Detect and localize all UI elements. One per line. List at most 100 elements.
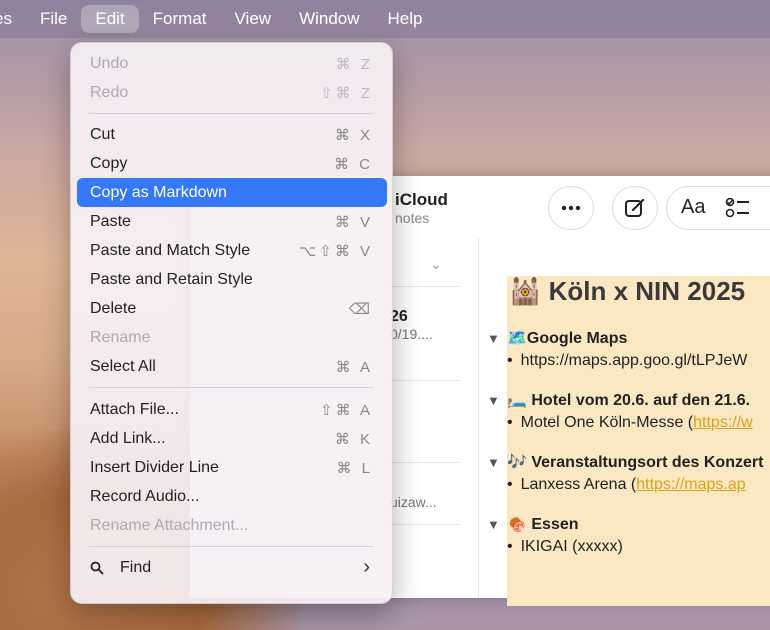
menubar-app-name[interactable]: es: [0, 5, 26, 33]
menu-item-insert-divider-line[interactable]: Insert Divider Line ⌘ L: [77, 453, 387, 482]
note-section: ▼🗺️Google Maps https://maps.app.goo.gl/t…: [487, 328, 747, 370]
delete-key-icon: ⌫: [348, 300, 373, 318]
menu-item-shortcut: ⇧⌘ Z: [320, 84, 373, 102]
menu-separator: [89, 387, 373, 388]
menu-item-cut[interactable]: Cut ⌘ X: [77, 120, 387, 149]
list-divider: [390, 462, 460, 463]
folder-subtitle: notes: [395, 210, 430, 226]
menu-item-label: Attach File...: [90, 400, 179, 418]
menu-item-shortcut: ⌘ X: [334, 126, 373, 144]
menubar-file[interactable]: File: [26, 5, 81, 33]
list-item-subtitle: 0/19....: [390, 326, 433, 342]
menu-item-shortcut: ⌘ Z: [335, 55, 373, 73]
menu-item-shortcut: ⌥⇧⌘ V: [298, 242, 373, 260]
note-editor[interactable]: 🕍 Köln x NIN 2025 ▼🗺️Google Maps https:/…: [479, 238, 770, 606]
compose-button[interactable]: [612, 186, 658, 230]
menu-item-label: Paste: [90, 212, 131, 230]
link[interactable]: https://w: [693, 414, 753, 431]
list-item: Motel One Köln-Messe (https://w: [521, 414, 753, 432]
bullet-text: https://maps.app.goo.gl/tLPJeW: [520, 352, 748, 369]
edit-menu: Undo ⌘ Z Redo ⇧⌘ Z Cut ⌘ X Copy ⌘ C Copy as …: [70, 42, 393, 604]
menu-item-label: Find: [120, 558, 152, 576]
menu-item-shortcut: ⌘ A: [335, 358, 373, 376]
section-heading: 🗺️Google Maps: [507, 330, 628, 347]
link[interactable]: https://maps.ap: [636, 476, 745, 493]
menu-item-shortcut: ⇧⌘ A: [320, 401, 373, 419]
menu-item-shortcut: ⌘ C: [334, 155, 373, 173]
search-icon: [90, 561, 104, 574]
menu-item-attach-file[interactable]: Attach File... ⇧⌘ A: [77, 395, 387, 424]
list-item: IKIGAI (xxxxx): [521, 538, 623, 556]
list-divider: [390, 524, 460, 525]
menu-item-find-content: Find: [90, 559, 151, 577]
section-heading: 🎶 Veranstaltungsort des Konzert: [507, 454, 764, 471]
menu-item-shortcut: ⌘ K: [334, 430, 373, 448]
menubar-view[interactable]: View: [221, 5, 286, 33]
list-divider: [390, 380, 460, 381]
ellipsis-icon: [561, 205, 581, 211]
list-item[interactable]: uizaw...: [390, 494, 460, 510]
list-divider: [390, 286, 460, 287]
menu-item-undo[interactable]: Undo ⌘ Z: [77, 49, 387, 78]
menu-item-add-link[interactable]: Add Link... ⌘ K: [77, 424, 387, 453]
menu-item-rename[interactable]: Rename: [77, 323, 387, 352]
list-item[interactable]: 26 0/19....: [390, 308, 460, 342]
format-button[interactable]: Aa: [681, 196, 705, 219]
section-heading: 🛏️ Hotel vom 20.6. auf den 21.6.: [507, 392, 751, 409]
menu-item-label: Redo: [90, 83, 129, 101]
menubar-format[interactable]: Format: [139, 5, 221, 33]
note-section: ▼🍖 Essen IKIGAI (xxxxx): [487, 514, 623, 556]
bullet-text: Lanxess Arena (: [520, 476, 637, 493]
bullet-text: Motel One Köln-Messe (: [520, 414, 694, 431]
menu-item-label: Select All: [90, 357, 156, 375]
menu-item-copy-as-markdown[interactable]: Copy as Markdown: [77, 178, 387, 207]
chevron-down-icon[interactable]: ▼: [487, 517, 507, 532]
menu-item-paste-and-match-style[interactable]: Paste and Match Style ⌥⇧⌘ V: [77, 236, 387, 265]
menu-item-label: Delete: [90, 299, 137, 317]
menu-item-label: Add Link...: [90, 429, 166, 447]
chevron-down-icon[interactable]: ▼: [487, 393, 507, 408]
menu-item-redo[interactable]: Redo ⇧⌘ Z: [77, 78, 387, 107]
compose-icon: [625, 198, 645, 217]
menu-item-label: Record Audio...: [90, 487, 200, 505]
menu-item-select-all[interactable]: Select All ⌘ A: [77, 352, 387, 381]
menu-item-label: Paste and Match Style: [90, 241, 251, 259]
note-section: ▼🛏️ Hotel vom 20.6. auf den 21.6. Motel …: [487, 390, 753, 432]
section-heading: 🍖 Essen: [507, 516, 579, 533]
folder-title: iCloud: [395, 190, 448, 209]
menu-item-record-audio[interactable]: Record Audio...: [77, 482, 387, 511]
chevron-down-icon[interactable]: ⌄: [430, 256, 442, 273]
more-button[interactable]: [548, 186, 594, 230]
checklist-icon[interactable]: [725, 197, 751, 219]
list-item: https://maps.app.goo.gl/tLPJeW: [520, 352, 748, 370]
menu-item-label: Undo: [90, 54, 129, 72]
menu-item-copy[interactable]: Copy ⌘ C: [77, 149, 387, 178]
menu-item-shortcut: ⌘ L: [336, 459, 373, 477]
menu-item-label: Rename: [90, 328, 151, 346]
chevron-down-icon[interactable]: ▼: [487, 331, 507, 346]
note-title: 🕍 Köln x NIN 2025: [509, 276, 746, 306]
chevron-right-icon: ›: [363, 556, 373, 578]
list-item-subtitle: uizaw...: [390, 494, 437, 510]
menu-item-label: Insert Divider Line: [90, 458, 219, 476]
list-item-title: 26: [390, 308, 408, 325]
menubar-window[interactable]: Window: [285, 5, 373, 33]
menu-item-paste[interactable]: Paste ⌘ V: [77, 207, 387, 236]
menu-item-rename-attachment[interactable]: Rename Attachment...: [77, 511, 387, 540]
menu-item-paste-and-retain-style[interactable]: Paste and Retain Style: [77, 265, 387, 294]
bullet-text: IKIGAI (xxxxx): [520, 538, 623, 555]
menubar-edit[interactable]: Edit: [81, 5, 139, 33]
menu-item-shortcut: ⌘ V: [334, 213, 373, 231]
menu-item-delete[interactable]: Delete ⌫: [77, 294, 387, 323]
chevron-down-icon[interactable]: ▼: [487, 455, 507, 470]
note-highlight: [507, 276, 770, 606]
menu-separator: [89, 113, 373, 114]
menu-separator: [89, 546, 373, 547]
menu-item-label: Copy: [90, 154, 128, 172]
menu-item-label: Paste and Retain Style: [90, 270, 253, 288]
menu-bar: es File Edit Format View Window Help: [0, 0, 770, 38]
menubar-help[interactable]: Help: [374, 5, 437, 33]
list-item: Lanxess Arena (https://maps.ap: [521, 476, 763, 494]
menu-item-label: Rename Attachment...: [90, 516, 249, 534]
menu-item-label: Copy as Markdown: [90, 183, 227, 201]
